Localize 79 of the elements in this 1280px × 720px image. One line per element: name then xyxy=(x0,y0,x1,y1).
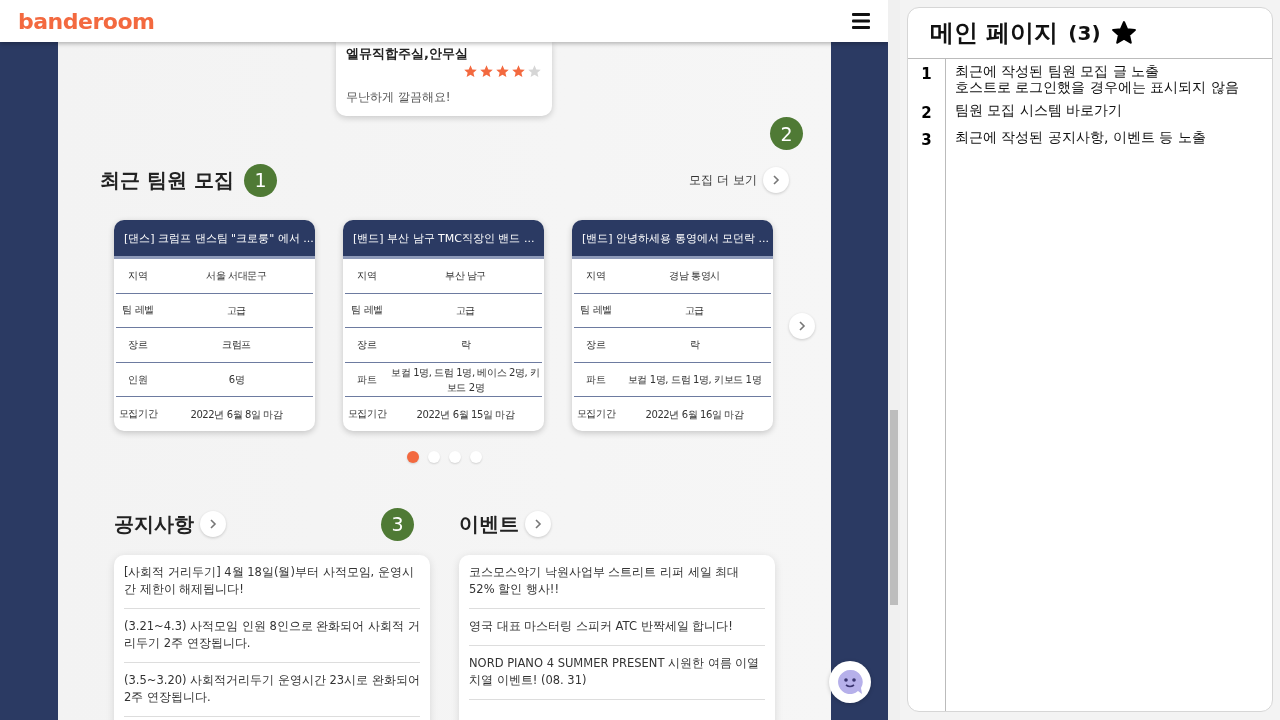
field-label: 지역 xyxy=(127,268,149,283)
number-badge: 3 xyxy=(381,507,414,541)
star-icon xyxy=(527,64,542,79)
field-value: 고급 xyxy=(454,303,477,318)
event-item[interactable]: NORD PIANO 4 SUMMER PRESENT 시원한 여름 이열치열 이벤트! (08. 31) xyxy=(469,646,765,700)
scrollbar[interactable] xyxy=(888,0,900,720)
field-value: 2022년 6월 15일 마감 xyxy=(415,407,516,422)
field-label: 장르 xyxy=(585,338,607,352)
field-label: 장르 xyxy=(127,338,149,352)
scrollbar-thumb[interactable] xyxy=(890,410,898,605)
field-value: 6명 xyxy=(227,373,246,388)
field-value: 서울 서대문구 xyxy=(205,269,268,284)
note-number: 2 xyxy=(920,103,933,122)
field-value: 고급 xyxy=(683,303,706,318)
field-label: 장르 xyxy=(356,338,378,352)
field-label: 팀 레벨 xyxy=(350,303,384,318)
review-comment: 무난하게 깔끔해요! xyxy=(346,89,452,106)
field-value: 경남 통영시 xyxy=(668,269,721,284)
chevron-right-icon[interactable] xyxy=(525,511,551,537)
star-icon xyxy=(511,64,526,79)
notice-item[interactable]: (3.5~3.20) 사회적거리두기 운영시간 23시로 완화되어 2주 연장됩니다. xyxy=(124,663,420,717)
note-text: 최근에 작성된 공지사항, 이벤트 등 노출 xyxy=(955,129,1206,147)
pager-dot[interactable] xyxy=(470,451,482,463)
review-title: 엘뮤직합주실,안무실 xyxy=(346,45,469,63)
field-label: 팀 레벨 xyxy=(121,303,155,318)
card-title: [댄스] 크럼프 댄스팀 "크로룽" 에서 ... xyxy=(114,220,315,259)
field-value: 보컬 1명, 드럼 1명, 키보드 1명 xyxy=(626,373,763,388)
section-title: 공지사항 xyxy=(114,510,194,538)
card-title: [밴드] 부산 남구 TMC직장인 밴드 ... xyxy=(343,220,544,259)
notice-item[interactable]: (3.21~4.3) 사적모임 인원 8인으로 완화되어 사회적 거리두기 2주 연장됩니다. xyxy=(124,609,420,663)
field-label: 모집기간 xyxy=(575,407,617,422)
field-label: 지역 xyxy=(585,268,607,283)
field-value: 락 xyxy=(459,338,472,353)
field-label: 모집기간 xyxy=(346,407,388,422)
star-icon xyxy=(495,64,510,79)
event-item[interactable]: 영국 대표 마스터링 스피커 ATC 반짝세일 합니다! xyxy=(469,609,765,646)
field-value: 부산 남구 xyxy=(443,269,488,284)
field-label: 모집기간 xyxy=(117,407,159,422)
field-value: 보컬 1명, 드럼 1명, 베이스 2명, 키보드 2명 xyxy=(390,365,541,395)
star-icon xyxy=(463,64,478,79)
field-value: 고급 xyxy=(225,303,248,318)
section-title: 최근 팀원 모집 xyxy=(100,166,234,194)
recruit-card[interactable]: [밴드] 부산 남구 TMC직장인 밴드 ... 지역 부산 남구 팀 레벨 고급 장르 락 파트 보컬 1명, 드럼 1명, 베이스 2명, 키보드 2명 모집기간 2022년 6월 15일 마감 xyxy=(343,220,544,431)
field-value: 2022년 6월 16일 마감 xyxy=(644,407,745,422)
card-title: [밴드] 안녕하세용 통영에서 모던락 ... xyxy=(572,220,773,259)
field-value: 락 xyxy=(688,338,701,353)
star-icon xyxy=(1110,20,1137,46)
notice-item[interactable]: [사회적 거리두기] 4월 18일(월)부터 사적모임, 운영시간 제한이 해제됩니다! xyxy=(124,555,420,609)
recruit-card[interactable]: [댄스] 크럼프 댄스팀 "크로룽" 에서 ... 지역 서울 서대문구 팀 레벨 고급 장르 크럼프 인원 6명 모집기간 2022년 6월 8일 마감 xyxy=(114,220,315,431)
more-link[interactable]: 모집 더 보기 xyxy=(689,171,757,189)
recruit-card[interactable]: [밴드] 안녕하세용 통영에서 모던락 ... 지역 경남 통영시 팀 레벨 고급 장르 락 파트 보컬 1명, 드럼 1명, 키보드 1명 모집기간 2022년 6월 16일 마감 xyxy=(572,220,773,431)
field-label: 인원 xyxy=(127,372,149,387)
field-label: 파트 xyxy=(585,372,607,387)
chat-bubble-icon xyxy=(836,668,864,696)
field-label: 팀 레벨 xyxy=(579,303,613,318)
field-label: 파트 xyxy=(356,372,378,387)
note-text: 팀원 모집 시스템 바로가기 xyxy=(955,102,1123,120)
note-number: 1 xyxy=(920,64,933,85)
chevron-right-icon[interactable] xyxy=(789,312,815,339)
section-title: 이벤트 xyxy=(459,510,519,538)
pager-dot[interactable] xyxy=(428,451,440,463)
review-card[interactable]: 엘뮤직합주실,안무실 무난하게 깔끔해요! xyxy=(336,42,552,116)
number-badge: 2 xyxy=(770,117,803,150)
number-badge: 1 xyxy=(243,163,277,197)
field-value: 크럼프 xyxy=(221,338,252,353)
chatbot-button[interactable] xyxy=(829,661,871,703)
field-value: 2022년 6월 8일 마감 xyxy=(189,407,284,422)
panel-title: 메인 페이지 xyxy=(930,18,1059,49)
note-text: 최근에 작성된 팀원 모집 글 노출 호스트로 로그인했을 경우에는 표시되지 않음 xyxy=(955,63,1239,95)
panel-count: (3) xyxy=(1068,21,1101,45)
note-number: 3 xyxy=(920,130,933,149)
field-label: 지역 xyxy=(356,268,378,283)
chevron-right-icon[interactable] xyxy=(763,167,789,193)
pager-dot[interactable] xyxy=(407,451,419,463)
chevron-right-icon[interactable] xyxy=(200,511,226,537)
event-item[interactable]: 코스모스악기 낙원사업부 스트리트 리퍼 세일 최대 52% 할인 행사!! xyxy=(469,555,765,609)
pager-dot[interactable] xyxy=(449,451,461,463)
star-icon xyxy=(479,64,494,79)
menu-icon[interactable] xyxy=(852,13,870,29)
